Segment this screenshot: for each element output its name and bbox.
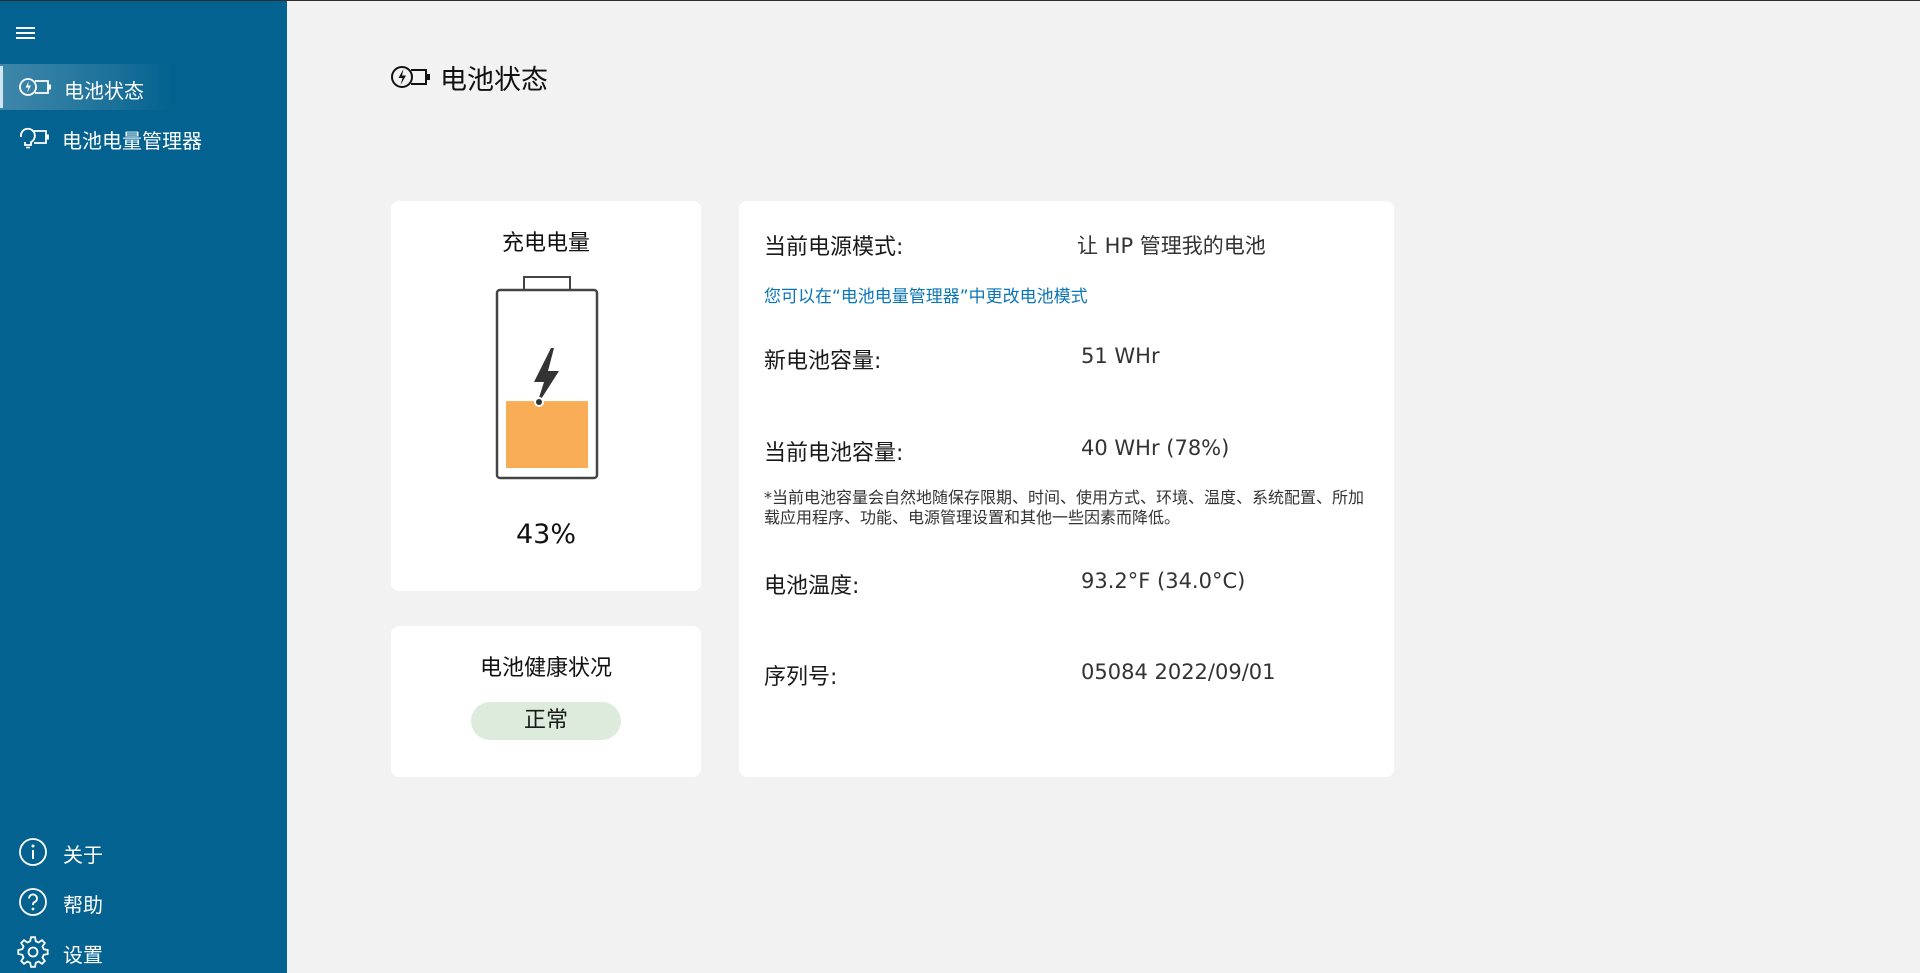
page-title: 电池状态	[440, 65, 548, 96]
window-top-border	[0, 0, 1920, 1]
hamburger-menu-icon[interactable]	[14, 23, 38, 45]
sidebar-item-label: 电池电量管理器	[62, 129, 202, 153]
battery-health-card: 电池健康状况 正常	[391, 626, 701, 777]
sidebar-item-battery-status[interactable]: 电池状态	[0, 64, 287, 110]
battery-level-graphic	[495, 276, 599, 480]
sidebar-item-help[interactable]: 帮助	[0, 879, 287, 923]
gear-icon	[17, 936, 49, 968]
change-battery-mode-link[interactable]: 您可以在“电池电量管理器”中更改电池模式	[764, 282, 1088, 307]
battery-temperature-value: 93.2°F (34.0°C)	[1081, 569, 1246, 593]
battery-status-icon	[19, 78, 51, 96]
charge-level-card: 充电电量 43%	[391, 201, 701, 591]
serial-number-label: 序列号:	[764, 665, 838, 690]
design-capacity-label: 新电池容量:	[764, 349, 882, 374]
power-mode-label: 当前电源模式:	[764, 235, 904, 260]
status-badge: 正常	[471, 702, 621, 740]
sidebar-footer-label: 设置	[63, 943, 103, 967]
sidebar: 电池状态 电池电量管理器 关于 帮助 设置	[0, 1, 287, 973]
design-capacity-value: 51 WHr	[1081, 344, 1160, 368]
current-capacity-value: 40 WHr (78%)	[1081, 436, 1230, 460]
capacity-note: *当前电池容量会自然地随保存限期、时间、使用方式、环境、温度、系统配置、所加载应…	[764, 488, 1365, 527]
sidebar-item-about[interactable]: 关于	[0, 829, 287, 873]
help-icon	[19, 888, 47, 916]
battery-manager-icon	[20, 127, 49, 149]
battery-fill	[506, 401, 588, 468]
battery-health-title: 电池健康状况	[479, 656, 612, 681]
sidebar-footer-label: 帮助	[63, 893, 103, 917]
battery-info-card: 当前电源模式: 让 HP 管理我的电池 您可以在“电池电量管理器”中更改电池模式…	[739, 201, 1394, 777]
battery-status-icon	[391, 66, 430, 88]
info-icon	[19, 838, 47, 866]
sidebar-item-settings[interactable]: 设置	[0, 929, 287, 973]
battery-temperature-label: 电池温度:	[764, 574, 860, 599]
sidebar-item-label: 电池状态	[64, 79, 144, 103]
charge-level-value: 43%	[515, 519, 576, 550]
power-mode-value: 让 HP 管理我的电池	[1077, 234, 1266, 258]
sidebar-footer-label: 关于	[63, 843, 103, 867]
serial-number-value: 05084 2022/09/01	[1081, 660, 1276, 684]
charge-level-title: 充电电量	[501, 231, 590, 256]
current-capacity-label: 当前电池容量:	[764, 441, 904, 466]
sidebar-item-battery-manager[interactable]: 电池电量管理器	[0, 114, 287, 160]
